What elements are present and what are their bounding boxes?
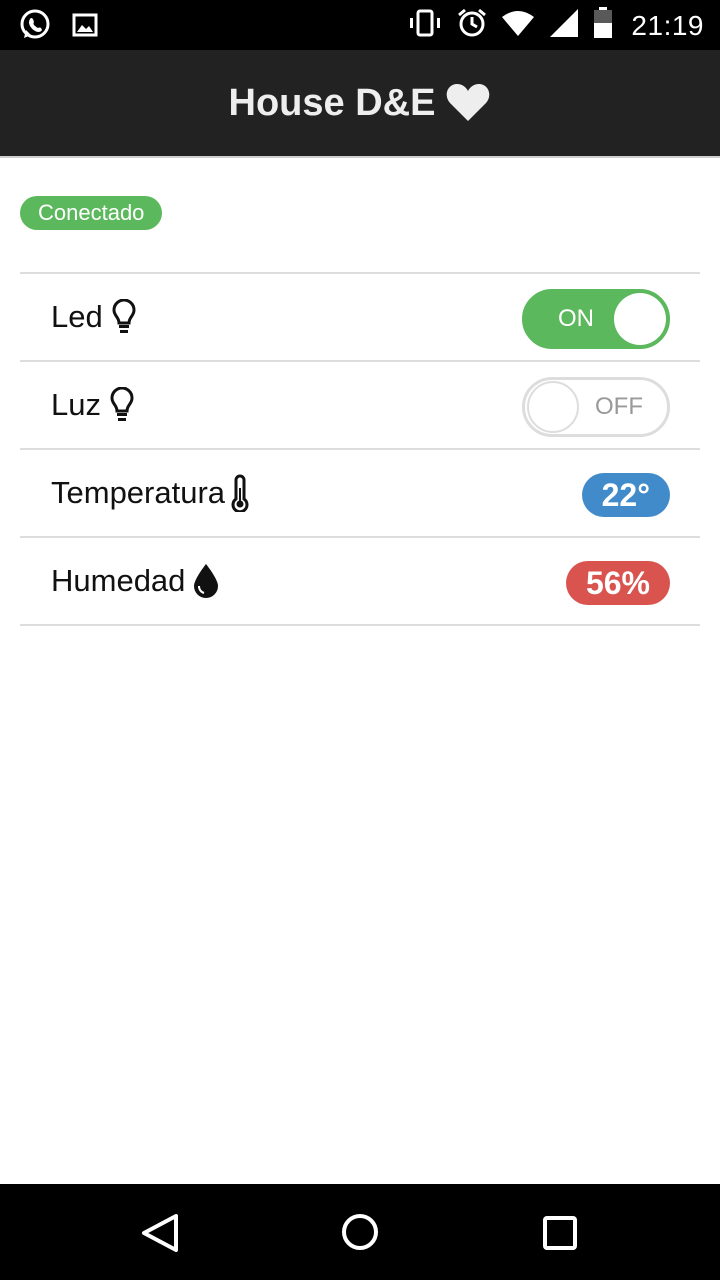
list-item-temperatura: Temperatura 22° [20,450,700,538]
app-title: House D&E [228,81,436,124]
back-icon[interactable] [138,1212,182,1259]
luz-toggle[interactable]: OFF [522,377,670,437]
device-list: Led ON Luz OFF Temperatura 22° Humedad 5… [20,272,700,626]
row-label: Humedad [51,563,186,598]
toggle-state-label: ON [558,305,594,332]
wifi-icon [501,9,535,42]
alarm-icon [457,8,487,43]
toggle-knob [614,293,666,345]
clock: 21:19 [631,9,704,41]
toggle-state-label: OFF [595,393,643,420]
toggle-knob [527,381,579,433]
led-toggle[interactable]: ON [522,289,670,349]
nav-bar [0,1184,720,1280]
connection-status-badge: Conectado [20,196,163,230]
water-drop-icon [193,563,219,599]
home-icon[interactable] [340,1212,380,1257]
status-bar: 21:19 [0,0,720,50]
app-bar: House D&E [0,50,720,158]
thermometer-icon [229,474,251,512]
row-label: Temperatura [51,475,226,510]
whatsapp-icon [18,8,52,47]
row-label: Luz [51,387,101,422]
lightbulb-icon [111,299,137,335]
list-item-humedad: Humedad 56% [20,538,700,626]
image-icon [72,12,98,43]
vibrate-icon [407,8,443,43]
lightbulb-icon [109,387,135,423]
list-item-led: Led ON [20,274,700,362]
cellular-signal-icon [549,8,579,43]
list-item-luz: Luz OFF [20,362,700,450]
heart-icon [445,83,491,123]
recents-icon[interactable] [541,1214,579,1257]
humidity-badge: 56% [565,561,670,605]
row-label: Led [51,299,103,334]
temperature-badge: 22° [581,473,670,517]
battery-icon [593,7,613,44]
